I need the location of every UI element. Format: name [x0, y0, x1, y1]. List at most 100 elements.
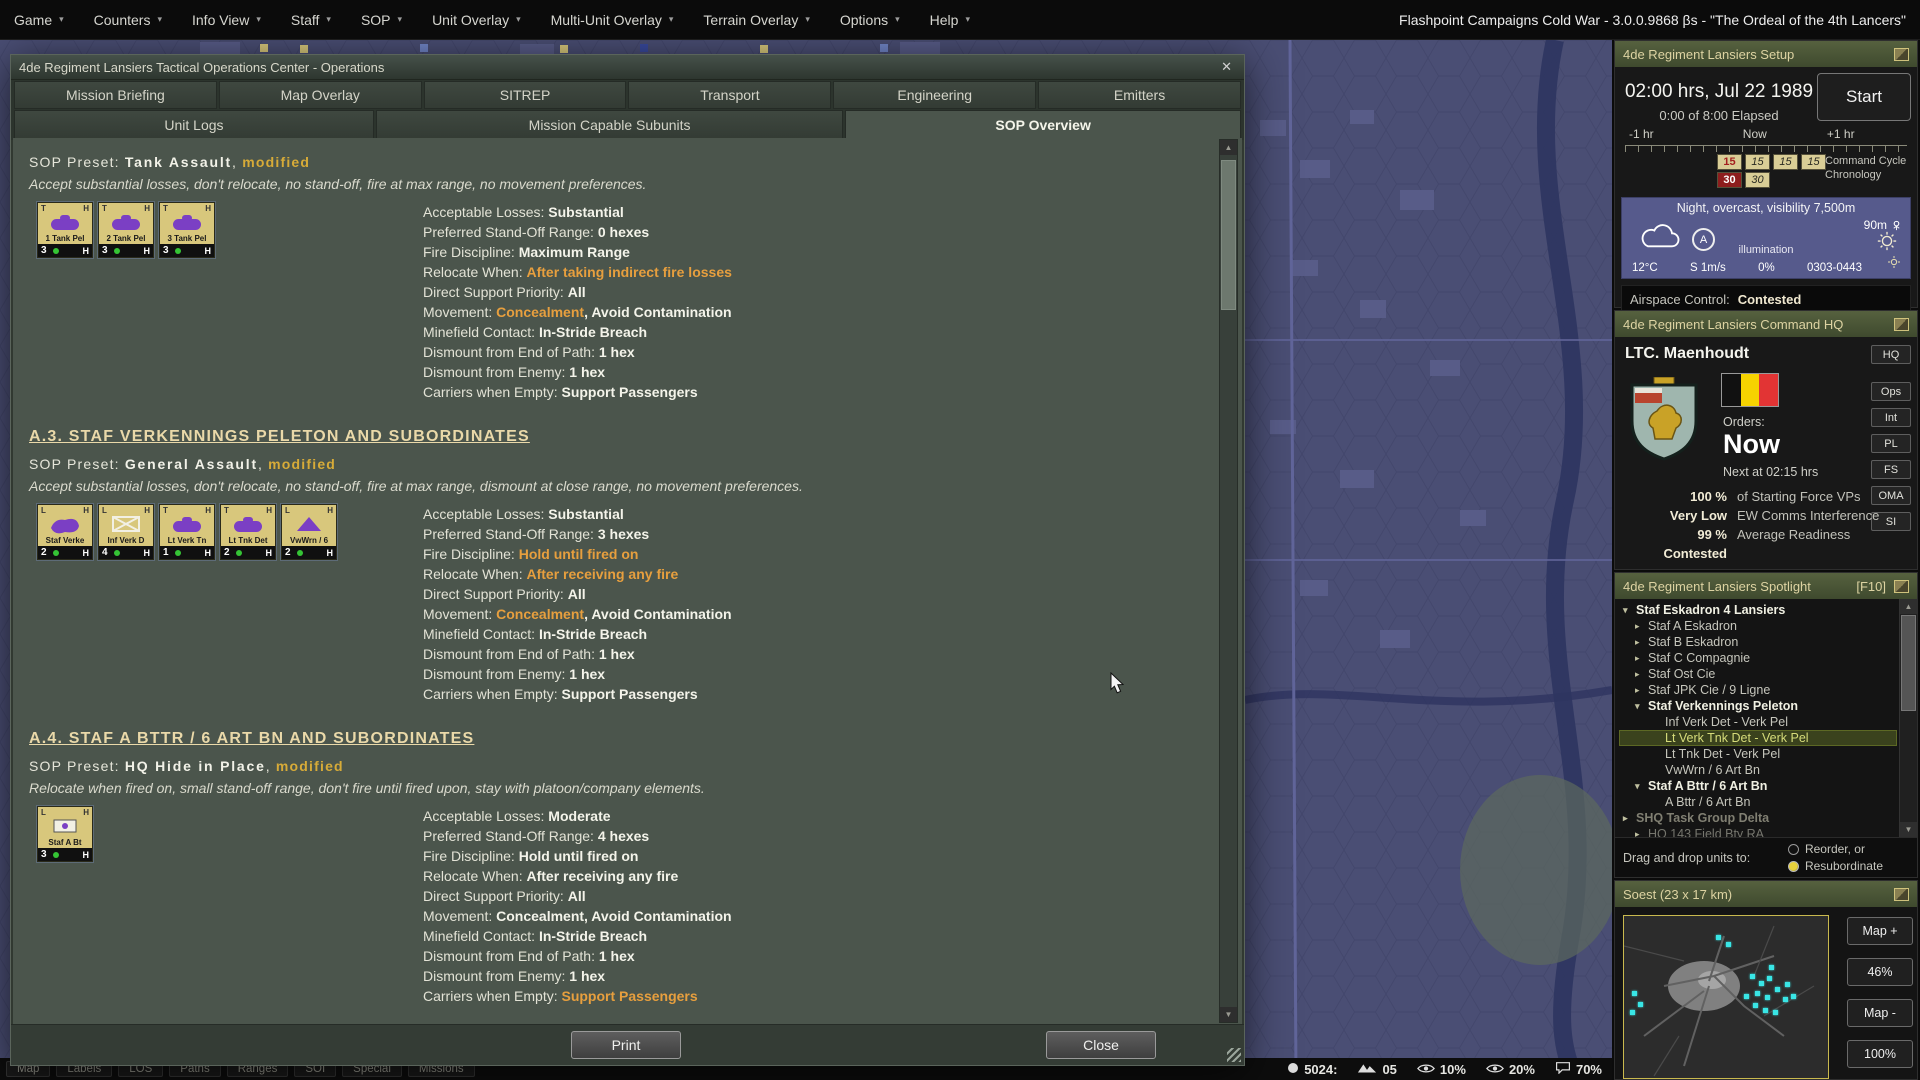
- tree-item-staf-ost-cie[interactable]: ▸Staf Ost Cie: [1619, 666, 1897, 682]
- readiness-dot: [114, 550, 120, 556]
- minimap-body: Map + 46% Map - 100%: [1615, 907, 1917, 1079]
- dialog-scrollbar[interactable]: ▲ ▼: [1219, 139, 1238, 1023]
- menu-item-unit-overlay[interactable]: Unit Overlay▾: [432, 12, 521, 28]
- hq-icon: [43, 816, 87, 836]
- menu-item-terrain-overlay[interactable]: Terrain Overlay▾: [703, 12, 809, 28]
- scroll-down-icon[interactable]: ▼: [1900, 822, 1917, 837]
- sop-property-label: Relocate When:: [423, 264, 527, 280]
- hq-button-hq[interactable]: HQ: [1871, 345, 1911, 364]
- sop-preset-description: Accept substantial losses, don't relocat…: [29, 176, 1208, 192]
- radio-icon[interactable]: [1788, 861, 1799, 872]
- drag-drop-option-resubordinate[interactable]: Resubordinate: [1788, 859, 1883, 873]
- panel-corner-icon[interactable]: [1894, 888, 1909, 901]
- menu-item-game[interactable]: Game ▾: [14, 12, 64, 28]
- sop-property-value: In-Stride Breach: [539, 626, 647, 642]
- hq-button-oma[interactable]: OMA: [1871, 486, 1911, 505]
- tab-mission-capable-subunits[interactable]: Mission Capable Subunits: [376, 110, 843, 140]
- counter-strength: 3: [41, 849, 47, 860]
- scroll-up-icon[interactable]: ▲: [1220, 140, 1237, 155]
- tab-mission-briefing[interactable]: Mission Briefing: [14, 81, 217, 109]
- menu-item-sop[interactable]: SOP▾: [361, 12, 402, 28]
- scroll-thumb[interactable]: [1901, 615, 1916, 711]
- start-button[interactable]: Start: [1817, 73, 1911, 121]
- hq-button-pl[interactable]: PL: [1871, 434, 1911, 453]
- tree-item-label: Staf Ost Cie: [1648, 666, 1715, 682]
- unit-counter-lt-verk-tn[interactable]: THLt Verk Tn1H: [159, 504, 215, 560]
- sop-property-label: Direct Support Priority:: [423, 284, 568, 300]
- print-button[interactable]: Print: [571, 1031, 681, 1059]
- unit-counter-inf-verk-d[interactable]: LHInf Verk D4H: [98, 504, 154, 560]
- drag-drop-option-reorder-or[interactable]: Reorder, or: [1788, 842, 1883, 856]
- tree-item-lt-verk-tnk-det-verk-pel[interactable]: Lt Verk Tnk Det - Verk Pel: [1619, 730, 1897, 746]
- spotlight-scrollbar[interactable]: ▲ ▼: [1899, 599, 1917, 837]
- sop-section: A.3. STAF VERKENNINGS PELETON AND SUBORD…: [27, 428, 1208, 704]
- minimap[interactable]: [1623, 915, 1829, 1079]
- hq-button-ops[interactable]: Ops: [1871, 382, 1911, 401]
- hq-stat-label: EW Comms Interference: [1737, 506, 1879, 525]
- tree-item-hq-143-field-bty-ra[interactable]: ▸HQ 143 Field Bty RA: [1619, 826, 1897, 837]
- menu-item-multi-unit-overlay[interactable]: Multi-Unit Overlay▾: [551, 12, 674, 28]
- tree-item-shq-task-group-delta[interactable]: ▸SHQ Task Group Delta: [1619, 810, 1897, 826]
- menu-item-label: Game: [14, 12, 52, 28]
- mouse-cursor: [1110, 672, 1130, 699]
- sop-property: Preferred Stand-Off Range: 0 hexes: [423, 222, 1208, 242]
- counter-unit-name: 1 Tank Pel: [38, 234, 92, 243]
- dialog-title-bar[interactable]: 4de Regiment Lansiers Tactical Operation…: [11, 55, 1244, 80]
- tree-item-inf-verk-det-verk-pel[interactable]: Inf Verk Det - Verk Pel: [1619, 714, 1897, 730]
- sop-property-label: Dismount from Enemy:: [423, 666, 569, 682]
- menu-item-counters[interactable]: Counters▾: [94, 12, 162, 28]
- unit-counter-1-tank-pel[interactable]: TH1 Tank Pel3H: [37, 202, 93, 258]
- tank-icon: [226, 514, 270, 534]
- unit-counter-vwwrn-6[interactable]: LHVwWrn / 62H: [281, 504, 337, 560]
- moon-icon: [1876, 230, 1898, 257]
- tab-emitters[interactable]: Emitters: [1038, 81, 1241, 109]
- menu-item-info-view[interactable]: Info View▾: [192, 12, 261, 28]
- tree-item-staf-a-eskadron[interactable]: ▸Staf A Eskadron: [1619, 618, 1897, 634]
- tree-item-staf-eskadron-4-lansiers[interactable]: ▾Staf Eskadron 4 Lansiers: [1619, 602, 1897, 618]
- radio-icon[interactable]: [1788, 844, 1799, 855]
- unit-counter-staf-verke[interactable]: LHStaf Verke2H: [37, 504, 93, 560]
- tree-item-staf-verkennings-peleton[interactable]: ▾Staf Verkennings Peleton: [1619, 698, 1897, 714]
- tree-item-staf-c-compagnie[interactable]: ▸Staf C Compagnie: [1619, 650, 1897, 666]
- resize-grip[interactable]: [1227, 1048, 1241, 1062]
- minimap-button-map[interactable]: Map +: [1847, 917, 1913, 945]
- unit-counter-staf-a-bt[interactable]: LHStaf A Bt3H: [37, 806, 93, 862]
- minimap-button-map[interactable]: Map -: [1847, 999, 1913, 1027]
- scroll-up-icon[interactable]: ▲: [1900, 599, 1917, 614]
- scroll-thumb[interactable]: [1221, 160, 1236, 310]
- tree-item-vwwrn-6-art-bn[interactable]: VwWrn / 6 Art Bn: [1619, 762, 1897, 778]
- close-button[interactable]: Close: [1046, 1031, 1156, 1059]
- tab-sitrep[interactable]: SITREP: [424, 81, 627, 109]
- sop-property-label: Acceptable Losses:: [423, 506, 548, 522]
- sop-section-body: LHStaf Verke2HLHInf Verk D4HTHLt Verk Tn…: [27, 504, 1208, 704]
- chevron-down-icon: ▾: [59, 14, 64, 25]
- counter-status-strip: 3H: [38, 244, 92, 257]
- menu-item-options[interactable]: Options▾: [840, 12, 900, 28]
- hq-button-fs[interactable]: FS: [1871, 460, 1911, 479]
- tab-transport[interactable]: Transport: [628, 81, 831, 109]
- minimap-button-100[interactable]: 100%: [1847, 1040, 1913, 1068]
- panel-corner-icon[interactable]: [1894, 580, 1909, 593]
- tab-map-overlay[interactable]: Map Overlay: [219, 81, 422, 109]
- unit-counter-3-tank-pel[interactable]: TH3 Tank Pel3H: [159, 202, 215, 258]
- tree-item-staf-b-eskadron[interactable]: ▸Staf B Eskadron: [1619, 634, 1897, 650]
- menu-item-staff[interactable]: Staff▾: [291, 12, 331, 28]
- tab-engineering[interactable]: Engineering: [833, 81, 1036, 109]
- minimap-button-46[interactable]: 46%: [1847, 958, 1913, 986]
- close-icon[interactable]: ✕: [1217, 59, 1236, 75]
- panel-corner-icon[interactable]: [1894, 318, 1909, 331]
- menu-item-help[interactable]: Help▾: [930, 12, 970, 28]
- unit-counter-lt-tnk-det[interactable]: THLt Tnk Det2H: [220, 504, 276, 560]
- readiness-dot: [114, 248, 120, 254]
- tab-unit-logs[interactable]: Unit Logs: [14, 110, 374, 140]
- tree-item-staf-a-bttr-6-art-bn[interactable]: ▾Staf A Bttr / 6 Art Bn: [1619, 778, 1897, 794]
- unit-marker: [1726, 942, 1731, 947]
- tree-item-a-bttr-6-art-bn[interactable]: A Bttr / 6 Art Bn: [1619, 794, 1897, 810]
- tree-item-staf-jpk-cie-9-ligne[interactable]: ▸Staf JPK Cie / 9 Ligne: [1619, 682, 1897, 698]
- hq-button-int[interactable]: Int: [1871, 408, 1911, 427]
- panel-corner-icon[interactable]: [1894, 48, 1909, 61]
- tab-sop-overview[interactable]: SOP Overview: [845, 110, 1241, 140]
- unit-counter-2-tank-pel[interactable]: TH2 Tank Pel3H: [98, 202, 154, 258]
- scroll-down-icon[interactable]: ▼: [1220, 1007, 1237, 1022]
- tree-item-lt-tnk-det-verk-pel[interactable]: Lt Tnk Det - Verk Pel: [1619, 746, 1897, 762]
